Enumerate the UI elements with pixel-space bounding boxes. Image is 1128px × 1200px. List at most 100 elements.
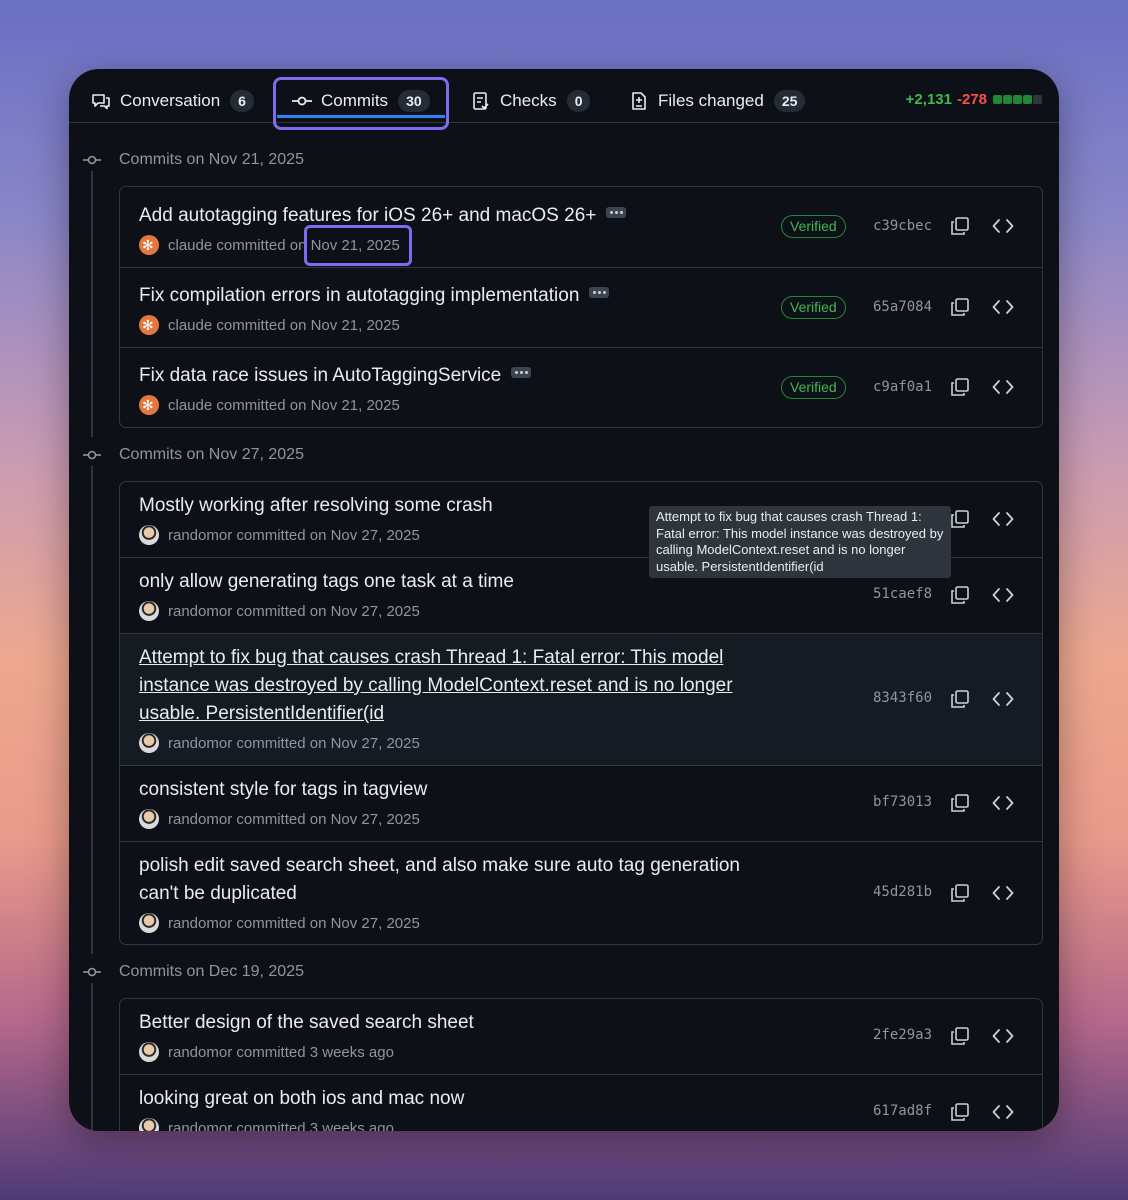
browse-code-icon[interactable] <box>992 689 1014 709</box>
avatar[interactable] <box>139 395 159 415</box>
commit-title-line[interactable]: can't be duplicated <box>139 880 759 908</box>
copy-icon[interactable] <box>950 883 970 903</box>
avatar[interactable] <box>139 1118 159 1131</box>
commit-date: Nov 21, 2025 <box>310 396 400 414</box>
browse-code-icon[interactable] <box>992 1026 1014 1046</box>
commit-author[interactable]: randomor <box>168 915 232 932</box>
commit-author[interactable]: randomor <box>168 735 232 752</box>
ellipsis-expander-icon[interactable] <box>511 367 532 378</box>
tab-label: Conversation <box>120 91 221 110</box>
copy-icon[interactable] <box>950 1026 970 1046</box>
commit-row[interactable]: Attempt to fix bug that causes crash Thr… <box>120 634 1042 766</box>
copy-icon[interactable] <box>950 1102 970 1122</box>
copy-icon[interactable] <box>950 377 970 397</box>
file-diff-icon <box>629 91 649 111</box>
commit-title[interactable]: looking great on both ios and mac now <box>139 1085 759 1113</box>
commit-sha[interactable]: c39cbec <box>873 218 932 234</box>
commit-meta: randomor committed 3 weeks ago <box>139 1118 394 1131</box>
browse-code-icon[interactable] <box>992 509 1014 529</box>
commit-meta: randomor committed on Nov 27, 2025 <box>139 601 420 621</box>
commit-date: Nov 27, 2025 <box>330 810 420 828</box>
commit-row[interactable]: polish edit saved search sheet, and also… <box>120 842 1042 944</box>
browse-code-icon[interactable] <box>992 1102 1014 1122</box>
commit-row[interactable]: Fix compilation errors in autotagging im… <box>120 268 1042 348</box>
commit-row[interactable]: Better design of the saved search sheet … <box>120 999 1042 1075</box>
commit-row[interactable]: consistent style for tags in tagview ran… <box>120 766 1042 842</box>
commit-title[interactable]: Add autotagging features for iOS 26+ and… <box>139 202 759 230</box>
avatar[interactable] <box>139 809 159 829</box>
timeline-line <box>91 983 93 1131</box>
verified-badge[interactable]: Verified <box>781 296 846 319</box>
avatar[interactable] <box>139 733 159 753</box>
commit-title-line[interactable]: instance was destroyed by calling ModelC… <box>139 672 759 700</box>
commit-title-line[interactable]: Attempt to fix bug that causes crash Thr… <box>139 644 759 672</box>
commit-title[interactable]: polish edit saved search sheet, and also… <box>139 852 759 908</box>
timeline-line <box>91 466 93 954</box>
commit-title[interactable]: Better design of the saved search sheet <box>139 1009 759 1037</box>
diffstat-block <box>993 95 1002 104</box>
commit-author[interactable]: claude <box>168 317 212 334</box>
commit-title-line[interactable]: polish edit saved search sheet, and also… <box>139 852 759 880</box>
ellipsis-expander-icon[interactable] <box>606 207 627 218</box>
commit-title-line[interactable]: usable. PersistentIdentifier(id <box>139 700 759 728</box>
avatar[interactable] <box>139 913 159 933</box>
commit-title[interactable]: Fix data race issues in AutoTaggingServi… <box>139 362 759 390</box>
browse-code-icon[interactable] <box>992 216 1014 236</box>
avatar[interactable] <box>139 1042 159 1062</box>
commit-date: 3 weeks ago <box>309 1043 394 1061</box>
commit-row[interactable]: Add autotagging features for iOS 26+ and… <box>120 187 1042 268</box>
tab-label: Checks <box>500 91 557 110</box>
copy-icon[interactable] <box>950 509 970 529</box>
avatar[interactable] <box>139 315 159 335</box>
copy-icon[interactable] <box>950 793 970 813</box>
commit-author[interactable]: randomor <box>168 1120 232 1132</box>
commit-sha[interactable]: 8343f60 <box>873 690 932 706</box>
group-heading-text: Commits on Nov 27, 2025 <box>119 446 304 463</box>
commit-sha[interactable]: 2fe29a3 <box>873 1027 932 1043</box>
browse-code-icon[interactable] <box>992 585 1014 605</box>
tab-conversation[interactable]: Conversation 6 <box>91 87 254 115</box>
avatar[interactable] <box>139 525 159 545</box>
copy-icon[interactable] <box>950 689 970 709</box>
commit-row[interactable]: looking great on both ios and mac now ra… <box>120 1075 1042 1131</box>
verified-badge[interactable]: Verified <box>781 376 846 399</box>
commit-sha[interactable]: c9af0a1 <box>873 379 932 395</box>
commit-sha[interactable]: 45d281b <box>873 884 932 900</box>
commit-sha[interactable]: bf73013 <box>873 794 932 810</box>
git-commit-icon <box>81 149 103 171</box>
ellipsis-expander-icon[interactable] <box>589 287 610 298</box>
avatar[interactable] <box>139 235 159 255</box>
commit-row[interactable]: Fix data race issues in AutoTaggingServi… <box>120 348 1042 427</box>
verified-badge[interactable]: Verified <box>781 215 846 238</box>
commit-sha[interactable]: 65a7084 <box>873 299 932 315</box>
diffstat-additions: +2,131 <box>905 91 952 108</box>
tab-files-changed[interactable]: Files changed 25 <box>629 87 806 115</box>
commit-sha[interactable]: 51caef8 <box>873 586 932 602</box>
avatar[interactable] <box>139 601 159 621</box>
browse-code-icon[interactable] <box>992 883 1014 903</box>
commit-verb: committed on <box>236 526 327 544</box>
commit-verb: committed on <box>216 236 307 254</box>
commit-date: Nov 21, 2025 <box>310 316 400 334</box>
commit-verb: committed on <box>216 396 307 414</box>
commit-title[interactable]: consistent style for tags in tagview <box>139 776 759 804</box>
tab-count: 6 <box>230 90 254 112</box>
copy-icon[interactable] <box>950 297 970 317</box>
commit-author[interactable]: claude <box>168 237 212 254</box>
copy-icon[interactable] <box>950 585 970 605</box>
commit-title[interactable]: Fix compilation errors in autotagging im… <box>139 282 759 310</box>
browse-code-icon[interactable] <box>992 297 1014 317</box>
browse-code-icon[interactable] <box>992 793 1014 813</box>
tab-checks[interactable]: Checks 0 <box>471 87 591 115</box>
copy-icon[interactable] <box>950 216 970 236</box>
commit-author[interactable]: randomor <box>168 603 232 620</box>
commit-title[interactable]: Attempt to fix bug that causes crash Thr… <box>139 644 759 728</box>
browse-code-icon[interactable] <box>992 377 1014 397</box>
commit-author[interactable]: randomor <box>168 527 232 544</box>
group-heading-text: Commits on Dec 19, 2025 <box>119 963 304 980</box>
commit-author[interactable]: randomor <box>168 1044 232 1061</box>
commit-author[interactable]: claude <box>168 397 212 414</box>
commit-author[interactable]: randomor <box>168 811 232 828</box>
diffstat-block <box>1003 95 1012 104</box>
commit-sha[interactable]: 617ad8f <box>873 1103 932 1119</box>
